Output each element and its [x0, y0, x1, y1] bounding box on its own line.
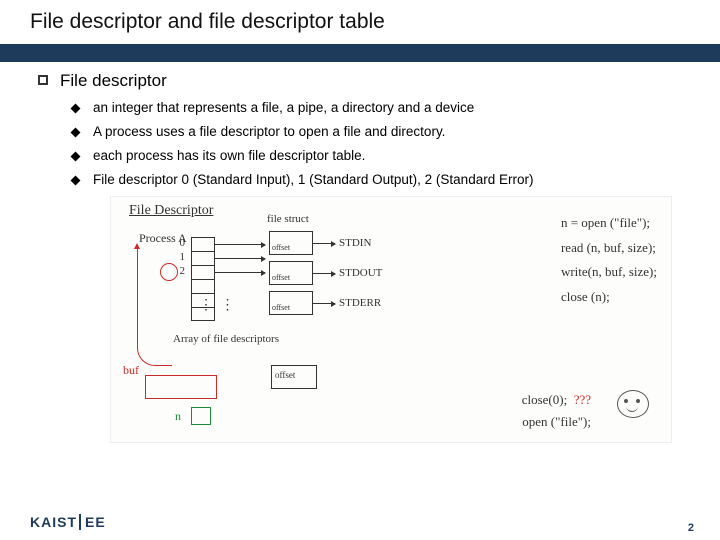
diagram-title: File Descriptor: [129, 203, 213, 219]
bullet-item: each process has its own file descriptor…: [72, 148, 690, 163]
section-heading-text: File descriptor: [60, 70, 167, 91]
n-box: [191, 407, 211, 425]
slide-title: File descriptor and file descriptor tabl…: [0, 0, 720, 44]
offset-box: offset: [271, 365, 317, 389]
fd-index: 0: [169, 237, 185, 249]
open-file: open ("file");: [522, 414, 591, 430]
buf-label: buf: [123, 363, 139, 378]
file-struct-box: offset: [269, 261, 313, 285]
file-struct-box: offset: [269, 291, 313, 315]
file-struct-box: offset: [269, 231, 313, 255]
smiley-face-icon: [617, 390, 649, 418]
kaist-logo: KAISTEE: [30, 514, 106, 530]
arrow-icon: [215, 272, 265, 273]
arrow-icon: [215, 258, 265, 259]
close-zero: close(0); ???: [522, 392, 591, 408]
pseudo-code: n = open ("file"); read (n, buf, size); …: [561, 211, 657, 310]
code-line: write(n, buf, size);: [561, 260, 657, 285]
question-marks: ???: [574, 392, 591, 407]
diamond-bullet-icon: [71, 104, 81, 114]
page-number: 2: [688, 522, 694, 534]
diamond-bullet-icon: [71, 176, 81, 186]
file-struct-label: file struct: [267, 213, 309, 225]
square-bullet-icon: [38, 75, 48, 85]
stderr-label: STDERR: [339, 297, 381, 309]
arrow-icon: [215, 244, 265, 245]
n-label: n: [175, 409, 181, 424]
fd-index: 1: [169, 251, 185, 263]
diamond-bullet-icon: [71, 128, 81, 138]
code-line: close (n);: [561, 285, 657, 310]
arrow-icon: [313, 303, 335, 304]
hand-drawn-diagram: File Descriptor Process A 0 1 2 ⋮ ⋮ file…: [110, 196, 672, 443]
title-underline-bar: [0, 44, 720, 62]
bullet-item: A process uses a file descriptor to open…: [72, 124, 690, 139]
array-caption: Array of file descriptors: [173, 333, 279, 345]
stdin-label: STDIN: [339, 237, 371, 249]
stdout-label: STDOUT: [339, 267, 382, 279]
code-line: n = open ("file");: [561, 211, 657, 236]
code-line: read (n, buf, size);: [561, 236, 657, 261]
red-circle-icon: [160, 263, 178, 281]
bullet-item: an integer that represents a file, a pip…: [72, 100, 690, 115]
buf-box: [145, 375, 217, 399]
arrow-icon: [313, 243, 335, 244]
section-heading: File descriptor: [38, 70, 690, 91]
diamond-bullet-icon: [71, 152, 81, 162]
vertical-dots: ⋮ ⋮: [199, 297, 237, 314]
arrow-icon: [313, 273, 335, 274]
slide-body: File descriptor an integer that represen…: [0, 70, 720, 443]
bullet-item: File descriptor 0 (Standard Input), 1 (S…: [72, 172, 690, 187]
